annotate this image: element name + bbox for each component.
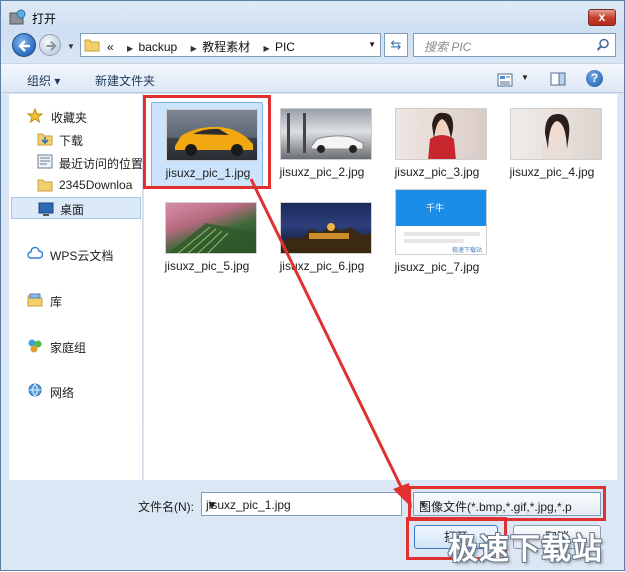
- open-file-dialog: 打开 x ▼ « ▶ backup ▶ 教程素材 ▶ PIC ▼ ⇆ 搜索 PI…: [0, 0, 625, 571]
- watermark: 极速下载站: [448, 533, 603, 566]
- annotation-arrow: [249, 178, 412, 508]
